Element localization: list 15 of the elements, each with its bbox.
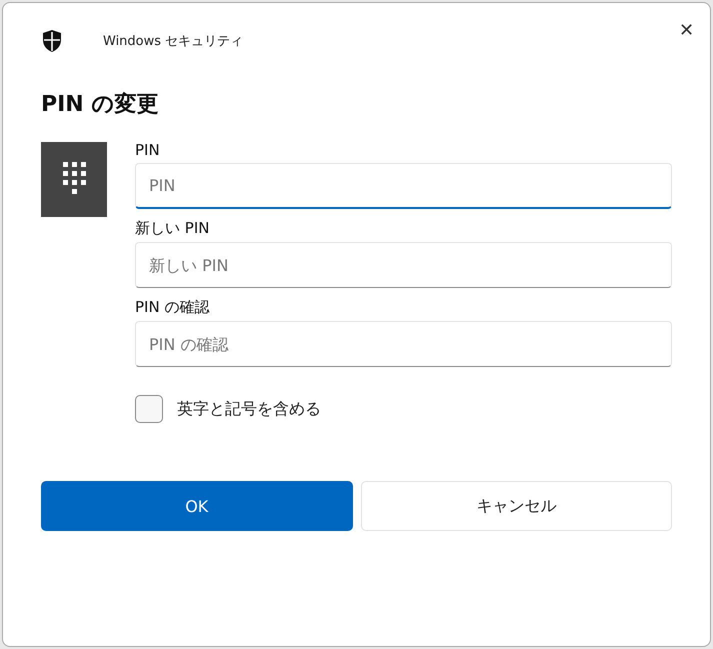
input-field[interactable]: PIN [135, 163, 672, 209]
field-label: PIN [135, 141, 161, 159]
field-label: 新しい PIN [135, 219, 210, 238]
close-button[interactable]: ✕ [671, 15, 702, 45]
input-field[interactable]: PIN の確認 [135, 321, 672, 367]
ok-button[interactable]: OK [41, 481, 352, 531]
dialog-heading: PIN の変更 [41, 90, 160, 119]
keypad-icon [41, 142, 107, 217]
checkbox-label: 英字と記号を含める [177, 398, 321, 420]
checkbox[interactable] [135, 395, 163, 423]
input-field[interactable]: 新しい PIN [135, 242, 672, 288]
window-title: Windows セキュリティ [103, 33, 244, 50]
cancel-button[interactable]: キャンセル [360, 481, 672, 531]
shield-icon [41, 29, 63, 53]
field-label: PIN の確認 [135, 298, 210, 317]
